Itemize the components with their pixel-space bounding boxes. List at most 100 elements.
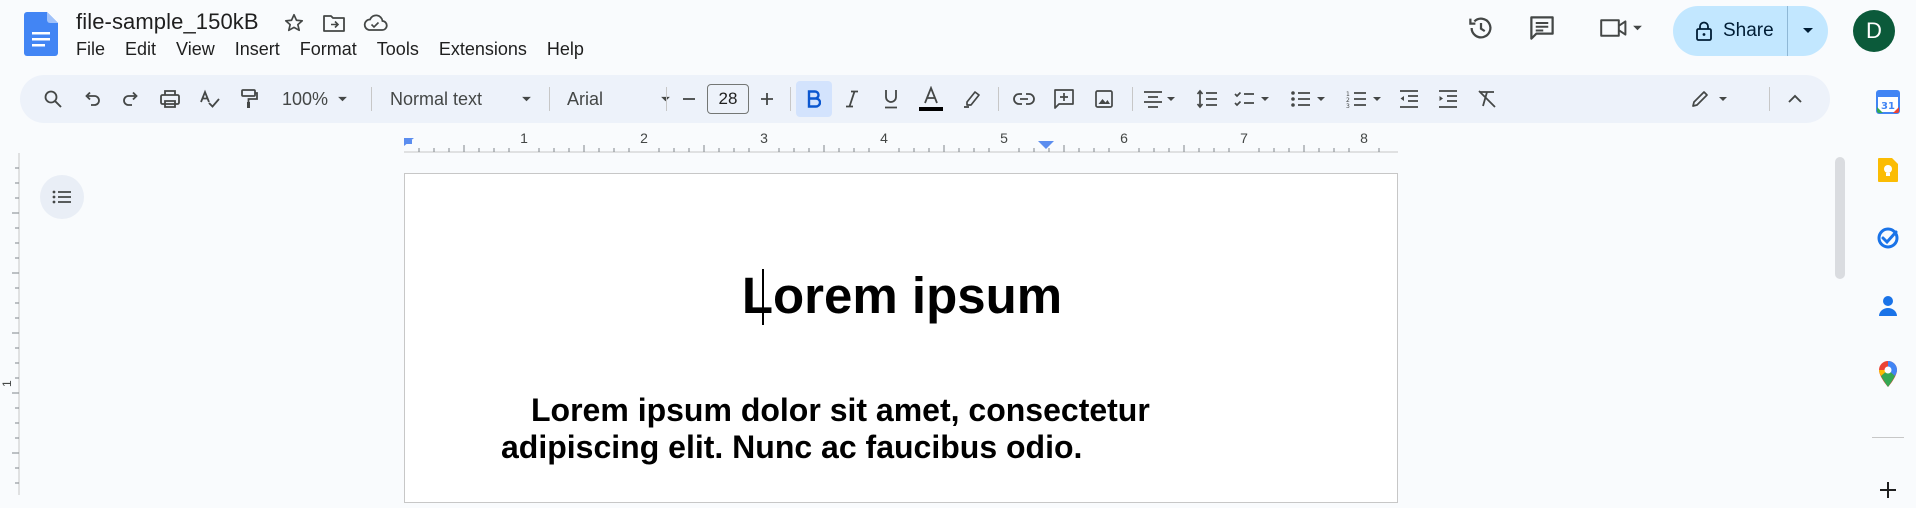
bulleted-list-button[interactable] — [1286, 83, 1334, 115]
print-button[interactable] — [154, 83, 186, 115]
first-line-indent-marker[interactable] — [404, 140, 412, 144]
toolbar-divider — [790, 87, 791, 111]
text-cursor — [762, 269, 764, 325]
document-page[interactable]: Lorem ipsum Lorem ipsum dolor sit amet, … — [404, 173, 1398, 503]
menu-insert[interactable]: Insert — [225, 37, 290, 62]
increase-font-size-button[interactable] — [753, 83, 781, 115]
clear-formatting-button[interactable] — [1471, 83, 1503, 115]
docs-logo-icon[interactable] — [24, 12, 58, 56]
add-comment-button[interactable] — [1047, 83, 1081, 115]
font-select[interactable]: Arial — [561, 83, 677, 115]
toolbar-divider — [666, 87, 667, 111]
pencil-icon — [1692, 91, 1727, 107]
increase-indent-icon — [1439, 90, 1457, 108]
bold-button[interactable] — [796, 81, 832, 117]
document-title[interactable]: file-sample_150kB — [76, 9, 259, 35]
toolbar: 100% Normal text Arial 28 1 2 3 — [20, 75, 1830, 123]
chevron-down-icon — [522, 96, 531, 101]
menu-edit[interactable]: Edit — [115, 37, 166, 62]
toolbar-divider — [549, 87, 550, 111]
clear-formatting-icon — [1478, 90, 1496, 108]
add-comment-icon — [1054, 89, 1074, 109]
paragraph-style-select[interactable]: Normal text — [384, 83, 538, 115]
decrease-indent-button[interactable] — [1393, 83, 1425, 115]
share-dropdown-button[interactable] — [1788, 6, 1828, 56]
hide-menus-button[interactable] — [1779, 83, 1811, 115]
ruler-number-7: 7 — [1240, 130, 1248, 146]
menu-bar: File Edit View Insert Format Tools Exten… — [66, 37, 594, 62]
text-color-button[interactable] — [914, 83, 948, 115]
align-button[interactable] — [1138, 83, 1184, 115]
redo-button[interactable] — [115, 83, 147, 115]
side-panel-divider — [1872, 437, 1904, 438]
menu-tools[interactable]: Tools — [367, 37, 429, 62]
vertical-scrollbar[interactable] — [1835, 157, 1845, 279]
lock-icon — [1696, 21, 1712, 41]
menu-format[interactable]: Format — [290, 37, 367, 62]
numbered-list-button[interactable]: 123 — [1342, 83, 1390, 115]
numbered-list-icon: 123 — [1346, 91, 1381, 108]
italic-button[interactable] — [836, 83, 868, 115]
document-outline-button[interactable] — [40, 175, 84, 219]
insert-image-button[interactable] — [1087, 83, 1121, 115]
ruler-number-8: 8 — [1360, 130, 1368, 146]
decrease-font-size-button[interactable] — [675, 83, 703, 115]
meet-button[interactable] — [1593, 10, 1649, 46]
spellcheck-button[interactable] — [194, 83, 226, 115]
version-history-icon — [1469, 17, 1492, 39]
italic-icon — [846, 90, 858, 108]
version-history-button[interactable] — [1461, 10, 1501, 46]
line-spacing-button[interactable] — [1190, 83, 1224, 115]
share-button[interactable]: Share — [1673, 6, 1788, 56]
horizontal-ruler[interactable]: 1 2 3 4 5 6 7 8 — [404, 130, 1398, 154]
share-button-group: Share — [1673, 6, 1828, 56]
keep-icon — [1878, 158, 1898, 182]
minus-icon — [683, 98, 695, 100]
cloud-status-icon[interactable] — [362, 10, 388, 36]
avatar[interactable]: D — [1853, 10, 1895, 52]
maps-icon — [1879, 361, 1897, 387]
keep-button[interactable] — [1870, 152, 1906, 188]
contacts-button[interactable] — [1870, 288, 1906, 324]
bold-icon — [807, 90, 821, 108]
editing-mode-button[interactable] — [1688, 83, 1738, 115]
highlight-color-button[interactable] — [956, 83, 988, 115]
font-size-input[interactable]: 28 — [707, 84, 749, 114]
star-icon[interactable] — [281, 10, 307, 36]
undo-icon — [85, 91, 100, 106]
menu-extensions[interactable]: Extensions — [429, 37, 537, 62]
align-center-icon — [1144, 91, 1175, 108]
increase-indent-button[interactable] — [1432, 83, 1464, 115]
plus-icon — [761, 93, 773, 105]
paint-format-icon — [241, 89, 258, 108]
redo-icon — [123, 91, 138, 106]
zoom-select[interactable]: 100% — [276, 83, 354, 115]
paint-format-button[interactable] — [233, 83, 265, 115]
right-indent-marker[interactable] — [1038, 141, 1054, 149]
document-paragraph[interactable]: Lorem ipsum dolor sit amet, consectetur … — [501, 392, 1301, 466]
chevron-down-icon — [1803, 28, 1813, 33]
undo-button[interactable] — [76, 83, 108, 115]
checklist-button[interactable] — [1230, 83, 1278, 115]
ruler-number-4: 4 — [880, 130, 888, 146]
side-panel: 31 — [1860, 72, 1916, 498]
menu-help[interactable]: Help — [537, 37, 594, 62]
document-heading[interactable]: Lorem ipsum — [405, 266, 1399, 325]
insert-link-button[interactable] — [1007, 83, 1041, 115]
search-menus-button[interactable] — [36, 83, 70, 115]
calendar-button[interactable]: 31 — [1870, 84, 1906, 120]
spellcheck-icon — [200, 89, 220, 108]
vertical-ruler[interactable]: 1 — [0, 153, 20, 495]
get-add-ons-button[interactable] — [1870, 472, 1906, 508]
maps-button[interactable] — [1870, 356, 1906, 392]
ruler-number-6: 6 — [1120, 130, 1128, 146]
print-icon — [160, 90, 180, 108]
text-color-icon — [919, 86, 943, 111]
underline-button[interactable] — [875, 83, 907, 115]
link-icon — [1013, 93, 1035, 105]
menu-file[interactable]: File — [66, 37, 115, 62]
move-folder-icon[interactable] — [321, 10, 347, 36]
comments-button[interactable] — [1522, 10, 1562, 46]
tasks-button[interactable] — [1870, 220, 1906, 256]
menu-view[interactable]: View — [166, 37, 225, 62]
